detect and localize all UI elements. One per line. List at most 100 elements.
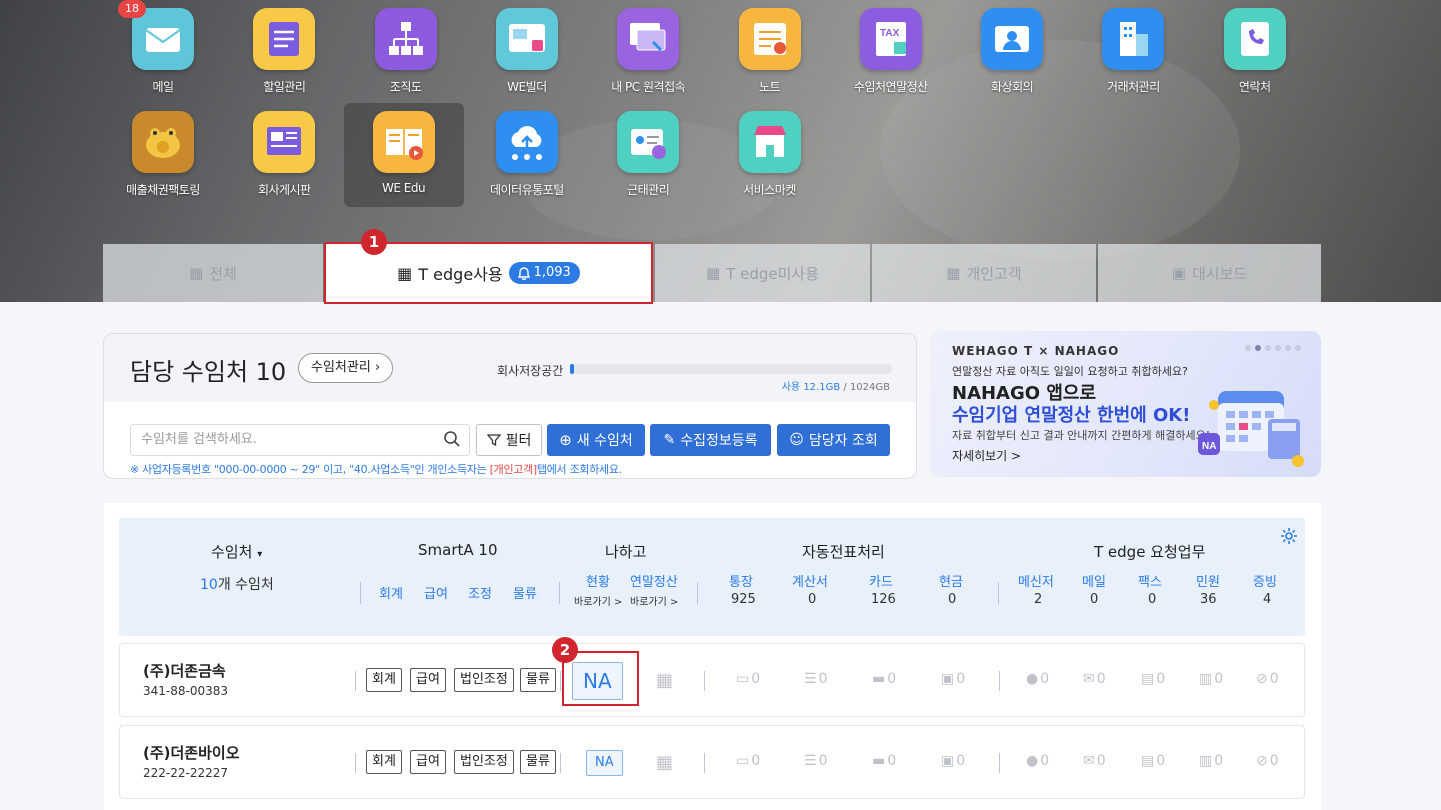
grid-icon[interactable]: ▦ [656, 752, 673, 773]
client-name[interactable]: (주)더존바이오 [143, 742, 240, 763]
pager-dot[interactable] [1265, 345, 1271, 351]
tedge-value-2[interactable]: 0 [1148, 592, 1156, 607]
pager-dot[interactable] [1285, 345, 1291, 351]
grid-icon[interactable]: ▦ [656, 670, 673, 691]
module-tag-1[interactable]: 급여 [410, 750, 446, 774]
attachment-count[interactable]: ⊘ 0 [1256, 753, 1279, 769]
fax-count[interactable]: ▤ 0 [1141, 753, 1165, 769]
smarta-0[interactable]: 회계 [379, 583, 403, 602]
gear-icon[interactable] [1279, 526, 1299, 546]
nahago-shortcut-0[interactable]: 바로가기 > [574, 593, 622, 608]
manage-clients-button[interactable]: 수임처관리 › [298, 353, 394, 383]
card-count[interactable]: ▬ 0 [872, 671, 896, 687]
tedge-0[interactable]: 메신저 [1018, 571, 1054, 590]
app-cloud-upload[interactable]: 데이터유통포털 [472, 111, 582, 203]
auto-value-2[interactable]: 126 [871, 592, 896, 607]
smarta-1[interactable]: 급여 [424, 583, 448, 602]
tab-all[interactable]: ▦ 전체 [103, 244, 323, 302]
pager-dot[interactable] [1245, 345, 1251, 351]
search-input[interactable]: 수임처를 검색하세요. [130, 424, 470, 456]
auto-2[interactable]: 카드 [869, 571, 893, 590]
building-icon: ▦ [397, 263, 413, 283]
module-tag-0[interactable]: 회계 [366, 668, 402, 692]
search-icon[interactable] [443, 430, 461, 448]
app-todo[interactable]: 할일관리 [229, 8, 339, 100]
tedge-value-4[interactable]: 4 [1263, 592, 1271, 607]
app-tax[interactable]: TAX 수임처연말정산 [836, 8, 946, 100]
app-board[interactable]: 회사게시판 [229, 111, 339, 203]
mail-count[interactable]: ✉ 0 [1083, 671, 1106, 687]
module-tag-1[interactable]: 급여 [410, 668, 446, 692]
auto-3[interactable]: 현금 [939, 571, 963, 590]
banner-more-link[interactable]: 자세히보기 > [952, 447, 1021, 464]
nahago-na-button[interactable]: NA [586, 750, 623, 776]
table-header: 수임처 ▾ 10개 수임처 SmartA 10 회계 급여 조정 물류 나하고 현황 바… [119, 518, 1305, 636]
tedge-4[interactable]: 증빙 [1253, 571, 1277, 590]
filter-button[interactable]: 필터 [476, 424, 542, 456]
nahago-0[interactable]: 현황 [586, 571, 610, 590]
tedge-1[interactable]: 메일 [1082, 571, 1106, 590]
smarta-3[interactable]: 물류 [513, 583, 537, 602]
auto-1[interactable]: 계산서 [792, 571, 828, 590]
collect-info-button[interactable]: ✎ 수집정보등록 [650, 424, 771, 456]
fax-count[interactable]: ▤ 0 [1141, 671, 1165, 687]
app-builder[interactable]: WE빌더 [472, 8, 582, 100]
app-edu[interactable]: WE Edu [343, 103, 464, 207]
nahago-1[interactable]: 연말정산 [630, 571, 678, 590]
module-tag-2[interactable]: 법인조정 [454, 668, 514, 692]
auto-value-3[interactable]: 0 [948, 592, 956, 607]
app-toad[interactable]: 매출채권팩토링 [108, 111, 218, 203]
nahago-shortcut-1[interactable]: 바로가기 > [630, 593, 678, 608]
app-phone-book[interactable]: 연락처 [1200, 8, 1310, 100]
app-note[interactable]: 노트 [715, 8, 825, 100]
invoice-count[interactable]: ☰ 0 [804, 671, 827, 687]
cash-count[interactable]: ▣ 0 [941, 753, 965, 769]
attachment-count[interactable]: ⊘ 0 [1256, 671, 1279, 687]
client-column-header[interactable]: 수임처 ▾ [211, 541, 262, 562]
tedge-3[interactable]: 민원 [1196, 571, 1220, 590]
tedge-value-3[interactable]: 36 [1200, 592, 1217, 607]
mail-count[interactable]: ✉ 0 [1083, 753, 1106, 769]
new-client-button[interactable]: ⊕ 새 수임처 [547, 424, 645, 456]
tab-personal[interactable]: ▦ 개인고객 [872, 244, 1096, 302]
manager-lookup-button[interactable]: ☺ 담당자 조회 [777, 424, 890, 456]
messenger-count[interactable]: ● 0 [1026, 671, 1049, 687]
pager-dot[interactable] [1295, 345, 1301, 351]
bankbook-count[interactable]: ▭ 0 [736, 671, 760, 687]
auto-value-1[interactable]: 0 [808, 592, 816, 607]
app-org-chart[interactable]: 조직도 [351, 8, 461, 100]
notification-badge[interactable]: 1,093 [508, 262, 580, 284]
module-tag-3[interactable]: 물류 [520, 668, 556, 692]
module-tag-3[interactable]: 물류 [520, 750, 556, 774]
tedge-value-1[interactable]: 0 [1090, 592, 1098, 607]
messenger-count[interactable]: ● 0 [1026, 753, 1049, 769]
table-row[interactable]: (주)더존바이오 222-22-22227 회계 급여 법인조정 물류 NA ▦ ▭ 0 ☰ 0 ▬ 0 ▣… [119, 725, 1305, 799]
table-row[interactable]: (주)더존금속 341-88-00383 회계 급여 법인조정 물류 NA ▦ ▭ 0 ☰ 0 ▬ 0 ▣ 0… [119, 643, 1305, 717]
pager-dot-active[interactable] [1255, 345, 1261, 351]
smarta-2[interactable]: 조정 [468, 583, 492, 602]
bankbook-count[interactable]: ▭ 0 [736, 753, 760, 769]
app-attendance[interactable]: 근태관리 [593, 111, 703, 203]
document-count[interactable]: ▥ 0 [1199, 753, 1223, 769]
pager-dot[interactable] [1275, 345, 1281, 351]
app-mail[interactable]: 메일 [108, 8, 218, 100]
card-count[interactable]: ▬ 0 [872, 753, 896, 769]
nahago-banner[interactable]: WEHAGO T × NAHAGO 연말정산 자료 아직도 일일이 요청하고 취… [930, 331, 1321, 477]
app-remote-pc[interactable]: 내 PC 원격접속 [593, 8, 703, 100]
client-name[interactable]: (주)더존금속 [143, 660, 226, 681]
banner-pager[interactable] [1245, 345, 1301, 351]
tedge-2[interactable]: 팩스 [1138, 571, 1162, 590]
module-tag-2[interactable]: 법인조정 [454, 750, 514, 774]
module-tag-0[interactable]: 회계 [366, 750, 402, 774]
invoice-count[interactable]: ☰ 0 [804, 753, 827, 769]
auto-0[interactable]: 통장 [729, 571, 753, 590]
app-building[interactable]: 거래처관리 [1078, 8, 1188, 100]
tab-tedge-unused[interactable]: ▦ T edge미사용 [655, 244, 870, 302]
tab-dashboard[interactable]: ▣ 대시보드 [1098, 244, 1321, 302]
tedge-value-0[interactable]: 2 [1034, 592, 1042, 607]
auto-value-0[interactable]: 925 [731, 592, 756, 607]
document-count[interactable]: ▥ 0 [1199, 671, 1223, 687]
app-store[interactable]: 서비스마켓 [715, 111, 825, 203]
cash-count[interactable]: ▣ 0 [941, 671, 965, 687]
app-video-call[interactable]: 화상회의 [957, 8, 1067, 100]
